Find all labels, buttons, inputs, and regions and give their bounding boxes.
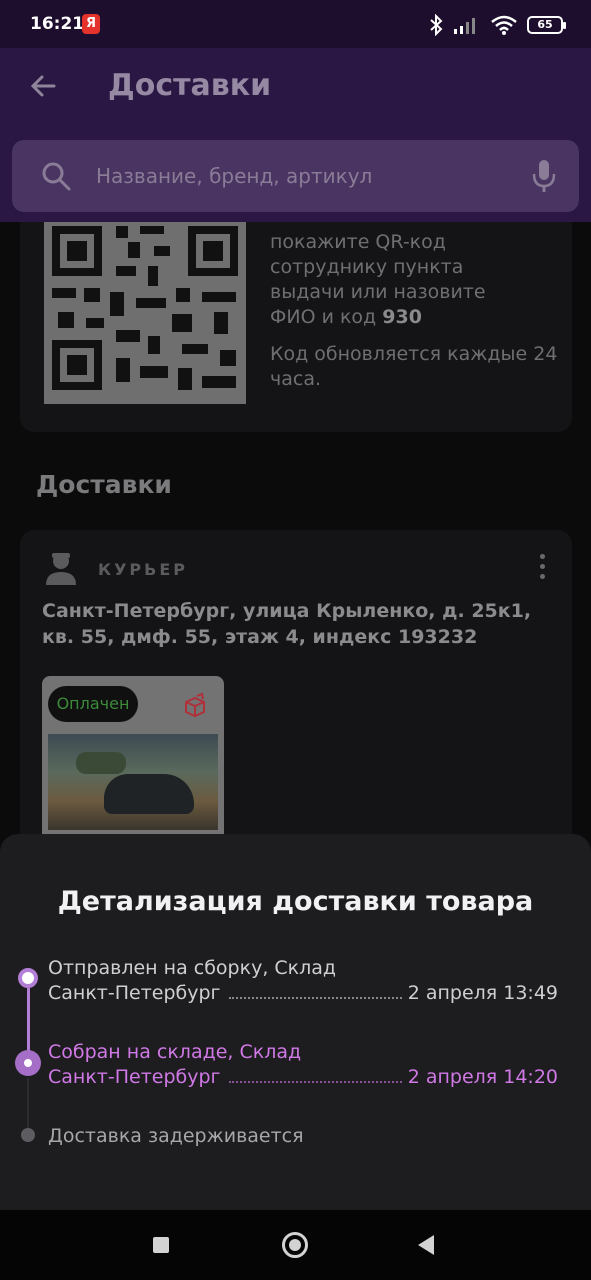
qr-instruction-line: ФИО и код 930	[270, 305, 560, 330]
yandex-notification-icon: Я	[82, 14, 100, 34]
status-badge: Оплачен	[48, 686, 138, 722]
step-location: Санкт-Петербург	[48, 1066, 221, 1088]
cellular-signal-icon	[454, 18, 475, 34]
qr-instruction-line: сотруднику пункта	[270, 256, 464, 278]
system-back-button[interactable]	[418, 1235, 434, 1255]
arrow-left-icon[interactable]	[26, 68, 62, 104]
qr-update-note: Код обновляется каждые 24 часа.	[270, 343, 558, 390]
qr-code-pattern	[44, 222, 246, 404]
battery-icon: 65	[527, 16, 566, 34]
qr-code-image	[44, 222, 246, 404]
search-input[interactable]: Название, бренд, артикул	[96, 164, 372, 188]
qr-instructions: покажите QR-код сотруднику пункта выдачи…	[270, 230, 560, 392]
qr-code-card: покажите QR-код сотруднику пункта выдачи…	[20, 222, 572, 432]
delivery-type-label: КУРЬЕР	[98, 560, 188, 579]
delivery-details-sheet: Детализация доставки товара Отправлен на…	[0, 834, 591, 1210]
step-time: 2 апреля 13:49	[407, 982, 558, 1004]
timeline-step-current: Собран на складе, Склад Санкт-Петербург …	[48, 1040, 558, 1090]
product-image-car	[104, 774, 194, 814]
code-prefix: ФИО и код	[270, 306, 377, 328]
step-title: Собран на складе, Склад	[48, 1041, 302, 1063]
page-title: Доставки	[108, 68, 272, 103]
delivery-card: КУРЬЕР Санкт-Петербург, улица Крыленко, …	[20, 530, 572, 876]
step-title: Доставка задерживается	[48, 1125, 304, 1147]
step-location: Санкт-Петербург	[48, 982, 221, 1004]
system-navigation-bar	[0, 1210, 591, 1280]
box-return-icon[interactable]	[182, 692, 208, 718]
product-image-detail	[76, 752, 126, 774]
qr-instruction-line: выдачи или назовите	[270, 281, 486, 303]
status-time: 16:21	[30, 14, 85, 34]
dotted-leader	[228, 1081, 402, 1083]
product-image	[48, 734, 218, 830]
status-bar: 16:21 Я 65	[0, 0, 591, 48]
more-options-icon[interactable]	[536, 554, 548, 584]
qr-instruction-line: покажите QR-код	[270, 231, 446, 253]
app-bar: Доставки Название, бренд, артикул	[0, 48, 591, 222]
delivery-address: Санкт-Петербург, улица Крыленко, д. 25к1…	[42, 600, 532, 648]
timeline-step: Отправлен на сборку, Склад Санкт-Петербу…	[48, 956, 558, 1006]
status-icons: 65	[429, 12, 566, 38]
timeline-dot-pending	[21, 1128, 35, 1142]
wifi-icon	[491, 15, 517, 35]
timeline-step-pending: Доставка задерживается	[48, 1124, 558, 1149]
courier-icon	[46, 553, 76, 585]
section-title: Доставки	[36, 470, 172, 499]
step-title: Отправлен на сборку, Склад	[48, 957, 337, 979]
search-icon	[42, 162, 71, 191]
dotted-leader	[228, 997, 402, 999]
microphone-icon[interactable]	[531, 158, 557, 194]
home-button[interactable]	[282, 1232, 308, 1258]
timeline-line-pending	[27, 1078, 29, 1130]
step-time: 2 апреля 14:20	[407, 1066, 558, 1088]
pickup-code: 930	[382, 306, 422, 328]
timeline-dot-current	[15, 1050, 41, 1076]
recent-apps-button[interactable]	[153, 1237, 169, 1253]
bluetooth-icon	[430, 14, 443, 36]
search-bar[interactable]: Название, бренд, артикул	[12, 140, 579, 212]
timeline-dot-completed	[18, 968, 38, 988]
sheet-title: Детализация доставки товара	[57, 886, 534, 917]
